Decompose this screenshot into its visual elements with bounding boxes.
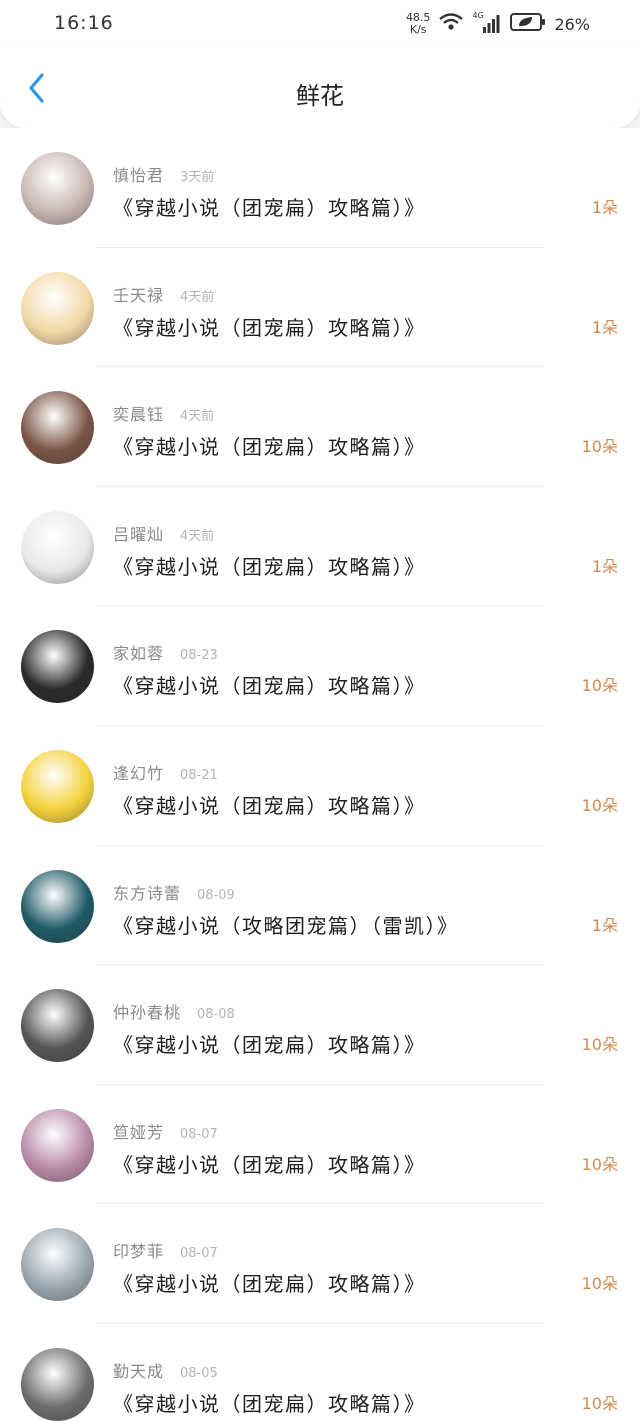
item-meta: 吕曜灿 4天前 <box>113 521 214 545</box>
username[interactable]: 逢幻竹 <box>113 760 164 784</box>
item-meta: 仲孙春桃 08-08 <box>113 999 235 1023</box>
book-title[interactable]: 《穿越小说（团宠扁）攻略篇）》 <box>113 1029 426 1058</box>
avatar[interactable] <box>21 1347 94 1421</box>
flower-count: 10朵 <box>581 437 618 457</box>
list-item[interactable]: 印梦菲 08-07 《穿越小说（团宠扁）攻略篇）》 10朵 <box>0 1204 640 1324</box>
item-meta: 逢幻竹 08-21 <box>113 760 218 784</box>
status-icons: 48.5 K/s 4G 26% <box>406 10 590 38</box>
flower-count: 10朵 <box>581 676 618 696</box>
timestamp: 4天前 <box>180 528 215 544</box>
timestamp: 08-21 <box>180 767 218 783</box>
username[interactable]: 东方诗蕾 <box>113 880 181 904</box>
list-item[interactable]: 逢幻竹 08-21 《穿越小说（团宠扁）攻略篇）》 10朵 <box>0 726 640 846</box>
username[interactable]: 壬天禄 <box>113 282 164 306</box>
flower-count: 10朵 <box>581 1393 618 1413</box>
status-bar: 16:16 48.5 K/s 4G 26% <box>0 0 640 48</box>
item-meta: 东方诗蕾 08-09 <box>113 880 235 904</box>
flower-count: 10朵 <box>581 795 618 815</box>
list-item[interactable]: 笪娅芳 08-07 《穿越小说（团宠扁）攻略篇）》 10朵 <box>0 1085 640 1205</box>
list-item[interactable]: 奕晨钰 4天前《穿越小说（团宠扁）攻略篇）》 10朵 <box>0 367 640 487</box>
avatar[interactable] <box>21 1108 94 1182</box>
net-speed-unit: K/s <box>409 23 427 36</box>
flower-count: 1朵 <box>591 915 618 935</box>
list-item[interactable]: 家如蓉 08-23 《穿越小说（团宠扁）攻略篇）》 10朵 <box>0 606 640 726</box>
flower-count: 10朵 <box>581 1274 618 1294</box>
flower-count: 1朵 <box>591 198 618 217</box>
avatar[interactable] <box>21 271 94 345</box>
list-item[interactable]: 吕曜灿 4天前《穿越小说（团宠扁）攻略篇）》 1朵 <box>0 487 640 607</box>
book-title[interactable]: 《穿越小说（团宠扁）攻略篇）》 <box>113 790 426 819</box>
flower-count: 10朵 <box>581 1154 618 1174</box>
username[interactable]: 笪娅芳 <box>113 1119 164 1143</box>
timestamp: 08-08 <box>197 1007 235 1023</box>
book-title[interactable]: 《穿越小说（团宠扁）攻略篇）》 <box>113 192 426 221</box>
username[interactable]: 印梦菲 <box>113 1238 164 1262</box>
nav-bar: 鲜花 <box>0 48 640 128</box>
book-title[interactable]: 《穿越小说（攻略团宠篇）（雷凯）》 <box>113 910 459 939</box>
item-meta: 慎怡君 3天前 <box>113 162 214 186</box>
flower-count: 1朵 <box>591 556 618 576</box>
avatar[interactable] <box>21 749 94 823</box>
item-meta: 印梦菲 08-07 <box>113 1238 218 1262</box>
list-item[interactable]: 壬天禄 4天前《穿越小说（团宠扁）攻略篇）》 1朵 <box>0 248 640 368</box>
timestamp: 08-23 <box>180 648 218 664</box>
item-meta: 笪娅芳 08-07 <box>113 1119 218 1143</box>
page-title: 鲜花 <box>296 82 344 110</box>
book-title[interactable]: 《穿越小说（团宠扁）攻略篇）》 <box>113 551 426 580</box>
flower-count: 10朵 <box>581 1035 618 1055</box>
gift-list[interactable]: 慎怡君 3天前 《穿越小说（团宠扁）攻略篇）》 1朵 壬天禄 4天前 《穿越小说（团宠扁）攻… <box>0 128 640 1422</box>
timestamp: 4天前 <box>180 289 215 305</box>
timestamp: 08-05 <box>180 1365 218 1381</box>
book-title[interactable]: 《穿越小说（团宠扁）攻略篇）》 <box>113 312 426 341</box>
timestamp: 3天前 <box>180 170 215 185</box>
book-title[interactable]: 《穿越小说（团宠扁）攻略篇）》 <box>113 670 426 699</box>
timestamp: 08-07 <box>180 1126 218 1142</box>
username[interactable]: 勤天成 <box>113 1358 164 1382</box>
username[interactable]: 家如蓉 <box>113 640 164 664</box>
book-title[interactable]: 《穿越小说（团宠扁）攻略篇）》 <box>113 1388 426 1417</box>
avatar[interactable] <box>21 391 94 465</box>
avatar[interactable] <box>21 989 94 1063</box>
username[interactable]: 吕曜灿 <box>113 521 164 545</box>
signal-icon: 4G <box>472 11 502 35</box>
list-item[interactable]: 仲孙春桃 08-08 《穿越小说（团宠扁）攻略篇）》 10朵 <box>0 965 640 1085</box>
avatar[interactable] <box>21 630 94 704</box>
book-title[interactable]: 《穿越小说（团宠扁）攻略篇）》 <box>113 1149 426 1178</box>
timestamp: 08-07 <box>180 1246 218 1262</box>
list-item[interactable]: 东方诗蕾 08-09 《穿越小说（攻略团宠篇）（雷凯）》 1朵 <box>0 846 640 966</box>
item-meta: 奕晨钰 4天前 <box>113 401 214 425</box>
list-item[interactable]: 勤天成 08-05 《穿越小说（团宠扁）攻略篇）》 10朵 <box>0 1324 640 1422</box>
avatar[interactable] <box>21 1228 94 1302</box>
battery-percentage: 26% <box>554 14 590 34</box>
book-title[interactable]: 《穿越小说（团宠扁）攻略篇）》 <box>113 1268 426 1297</box>
timestamp: 4天前 <box>180 409 215 425</box>
username[interactable]: 奕晨钰 <box>113 401 164 425</box>
item-meta: 壬天禄 4天前 <box>113 282 214 306</box>
avatar[interactable] <box>21 510 94 584</box>
book-title[interactable]: 《穿越小说（团宠扁）攻略篇）》 <box>113 431 426 460</box>
flower-count: 1朵 <box>591 317 618 337</box>
username[interactable]: 慎怡君 <box>113 162 164 186</box>
item-meta: 家如蓉 08-23 <box>113 640 218 664</box>
status-time: 16:16 <box>54 12 114 34</box>
avatar[interactable] <box>21 869 94 943</box>
battery-icon <box>510 12 546 36</box>
wifi-icon <box>438 12 464 36</box>
avatar[interactable] <box>21 152 94 225</box>
list-item[interactable]: 慎怡君 3天前《穿越小说（团宠扁）攻略篇）》 1朵 <box>0 128 640 248</box>
item-meta: 勤天成 08-05 <box>113 1358 218 1382</box>
timestamp: 08-09 <box>197 887 235 903</box>
net-speed: 48.5 K/s <box>406 12 431 36</box>
username[interactable]: 仲孙春桃 <box>113 999 181 1023</box>
